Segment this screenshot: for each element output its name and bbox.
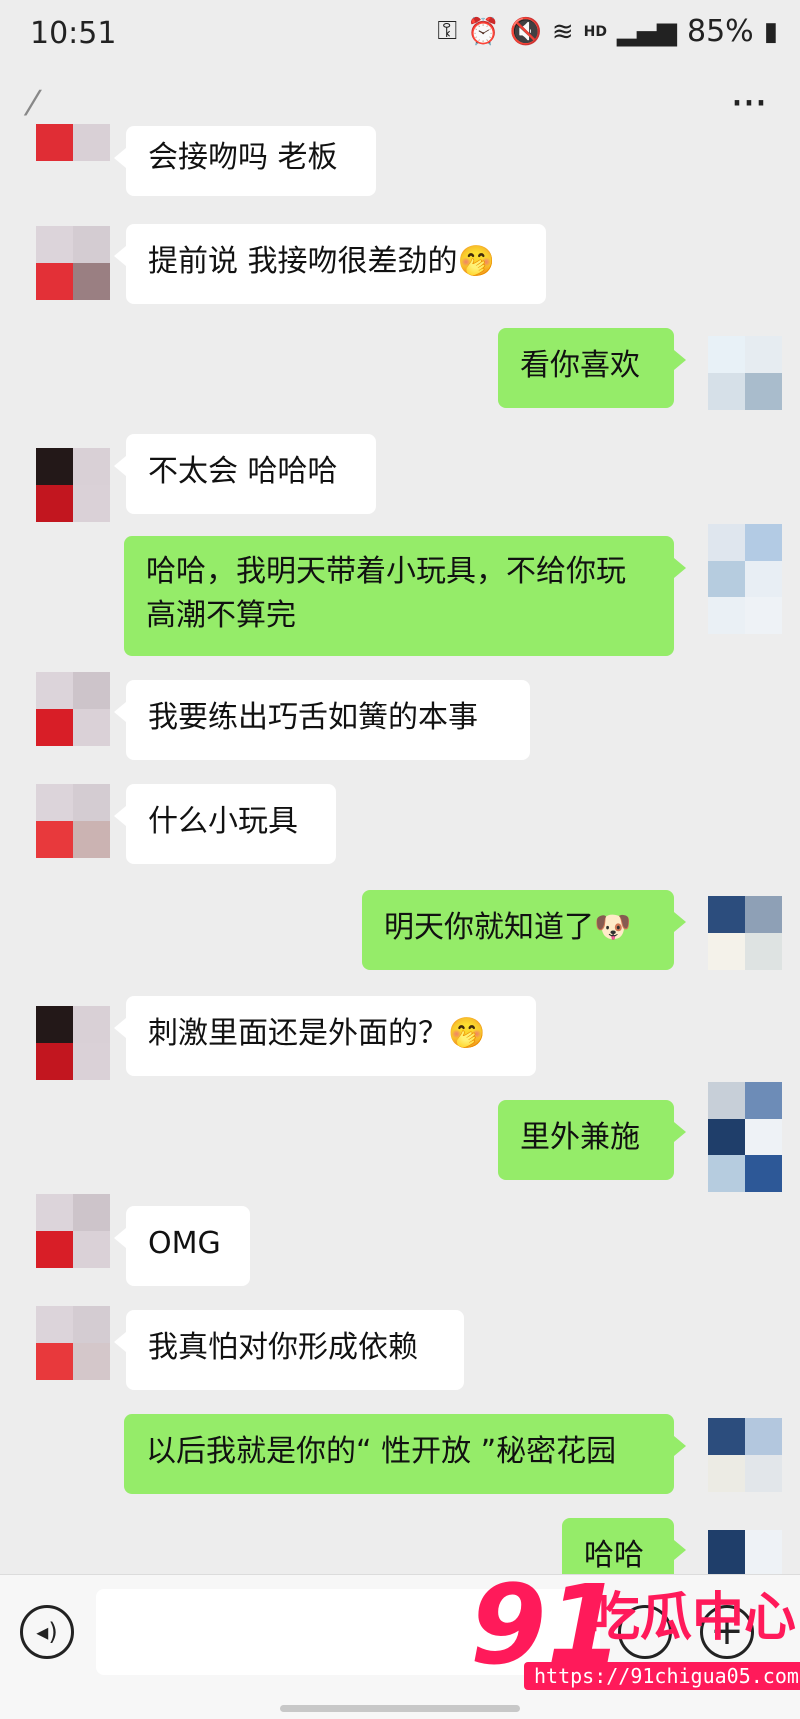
chat-title xyxy=(200,90,600,130)
contact-avatar[interactable] xyxy=(36,672,110,746)
hd-icon: HD xyxy=(583,23,607,40)
watermark-url: https://91chigua05.com xyxy=(524,1662,800,1690)
my-avatar[interactable] xyxy=(708,336,782,410)
back-icon[interactable]: ⁄ xyxy=(30,84,60,124)
outgoing-message[interactable]: 里外兼施 xyxy=(498,1100,686,1180)
outgoing-message[interactable]: 看你喜欢 xyxy=(498,328,686,408)
incoming-message[interactable]: OMG xyxy=(114,1206,250,1286)
voice-icon[interactable]: ◂) xyxy=(20,1605,74,1659)
incoming-message[interactable]: 我要练出巧舌如簧的本事 xyxy=(114,680,530,760)
battery-percent: 85% xyxy=(687,14,754,49)
wifi-icon: ≋ xyxy=(551,16,574,47)
incoming-message[interactable]: 刺激里面还是外面的？🤭 xyxy=(114,996,536,1076)
incoming-message[interactable]: 会接吻吗 老板 xyxy=(114,126,376,196)
outgoing-message[interactable]: 明天你就知道了🐶 xyxy=(362,890,686,970)
incoming-message[interactable]: 提前说 我接吻很差劲的🤭 xyxy=(114,224,546,304)
mute-icon: 🔇 xyxy=(509,16,542,47)
status-icons: ⚿ ⏰ 🔇 ≋ HD ▂▄▆ 85% ▮ xyxy=(437,14,778,49)
my-avatar[interactable] xyxy=(708,896,782,970)
incoming-message[interactable]: 不太会 哈哈哈 xyxy=(114,434,376,514)
watermark-name: 吃瓜中心 xyxy=(588,1588,797,1648)
my-avatar[interactable] xyxy=(708,1082,782,1192)
my-avatar[interactable] xyxy=(708,524,782,634)
outgoing-message[interactable]: 哈哈，我明天带着小玩具，不给你玩高潮不算完 xyxy=(124,536,686,656)
contact-avatar[interactable] xyxy=(36,124,110,198)
chat-header: ⁄ ··· xyxy=(0,72,800,152)
my-avatar[interactable] xyxy=(708,1530,782,1574)
contact-avatar[interactable] xyxy=(36,1306,110,1380)
battery-icon: ▮ xyxy=(763,16,778,47)
status-bar: 10:51 ⚿ ⏰ 🔇 ≋ HD ▂▄▆ 85% ▮ xyxy=(0,0,800,72)
incoming-message[interactable]: 什么小玩具 xyxy=(114,784,336,864)
contact-avatar[interactable] xyxy=(36,226,110,300)
more-options-icon[interactable]: ··· xyxy=(730,78,768,129)
my-avatar[interactable] xyxy=(708,1418,782,1492)
contact-avatar[interactable] xyxy=(36,1194,110,1268)
contact-avatar[interactable] xyxy=(36,1006,110,1080)
signal-icon: ▂▄▆ xyxy=(617,16,677,47)
outgoing-message[interactable]: 以后我就是你的“ 性开放 ”秘密花园 xyxy=(124,1414,686,1494)
contact-avatar[interactable] xyxy=(36,784,110,858)
watermark: 91 吃瓜中心 https://91chigua05.com xyxy=(470,1570,800,1710)
incoming-message[interactable]: 我真怕对你形成依赖 xyxy=(114,1310,464,1390)
alarm-icon: ⏰ xyxy=(467,16,500,47)
status-time: 10:51 xyxy=(30,16,117,51)
key-icon: ⚿ xyxy=(437,16,458,46)
contact-avatar[interactable] xyxy=(36,448,110,522)
